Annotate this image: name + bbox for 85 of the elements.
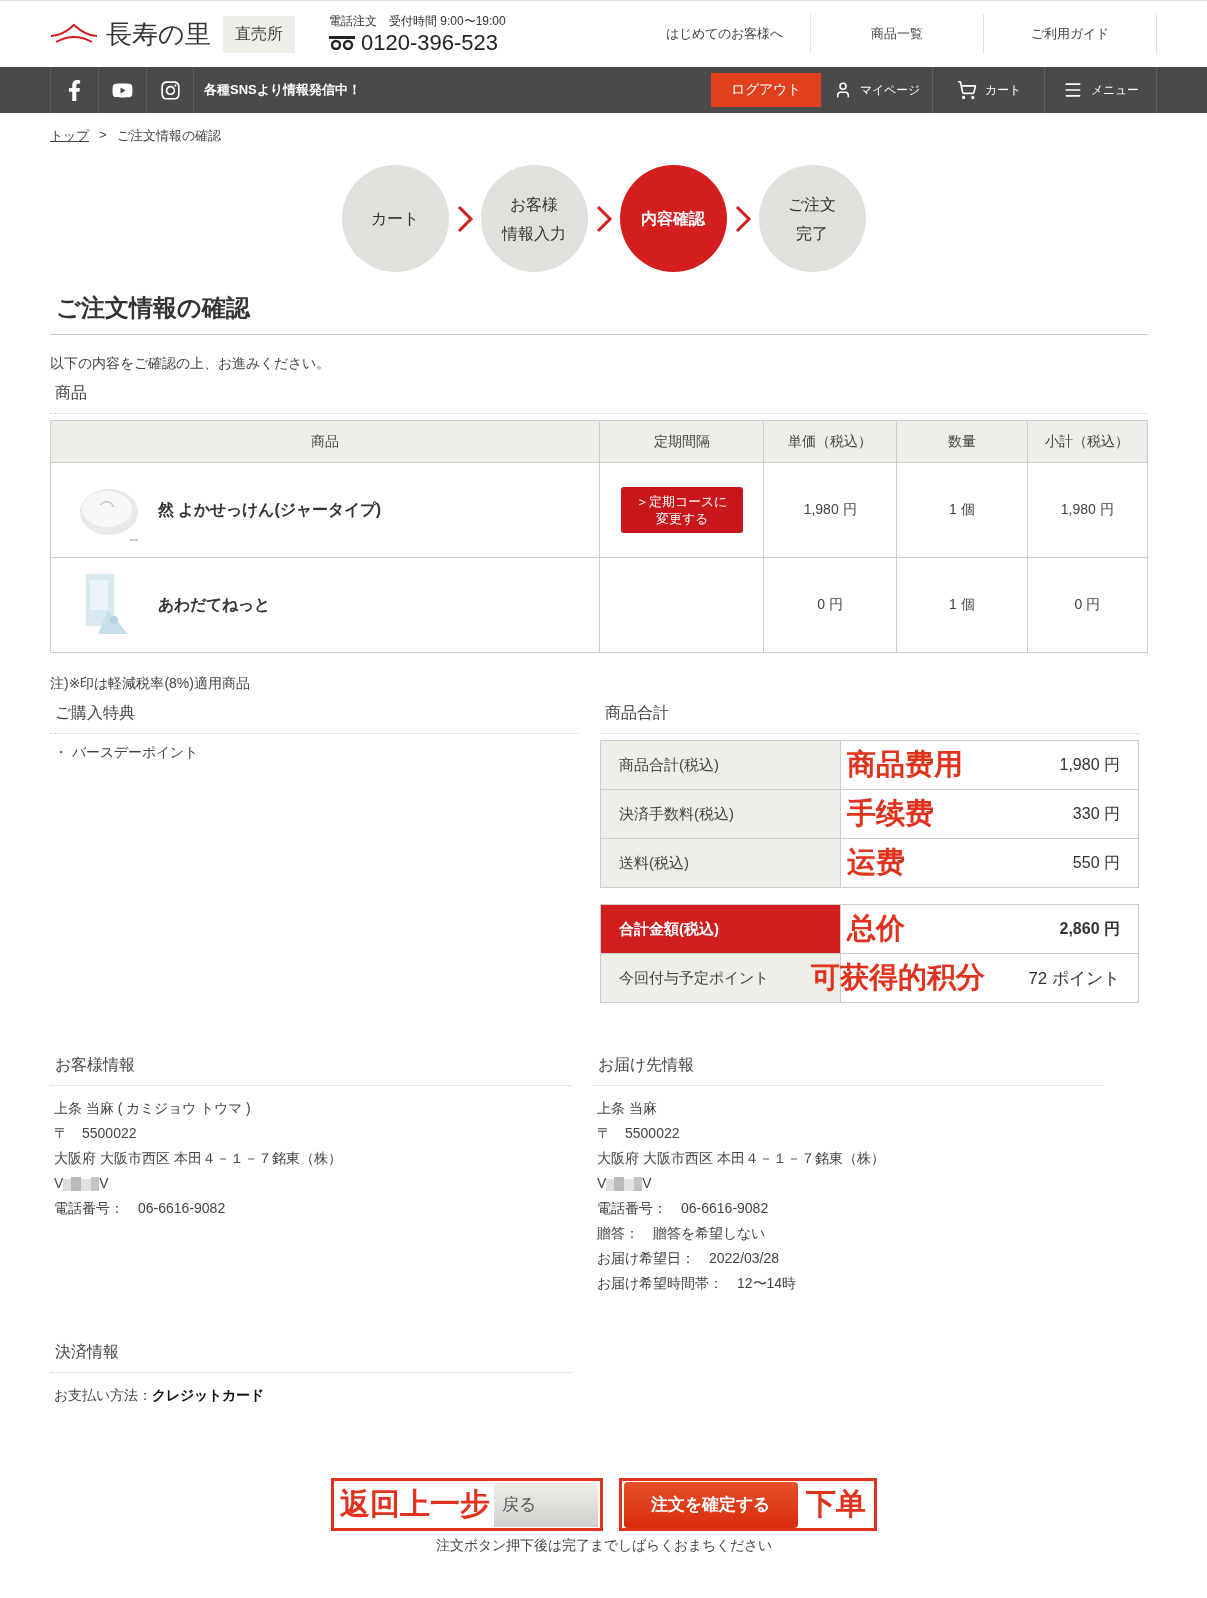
section-heading: 商品 — [50, 379, 1148, 414]
instagram-icon — [159, 79, 181, 101]
total-label: 決済手数料(税込) — [600, 789, 841, 839]
page-title: ご注文情報の確認 — [50, 292, 1148, 335]
column-header: 単価（税込） — [763, 420, 897, 463]
header-link[interactable]: はじめてのお客様へ — [638, 14, 811, 54]
info-text: V — [642, 1174, 652, 1193]
logout-button[interactable]: ログアウト — [711, 73, 821, 107]
total-value: 商品费用 1,980 円 — [840, 740, 1139, 790]
info-text: 贈答： 贈答を希望しない — [597, 1224, 765, 1243]
section-heading: お客様情報 — [50, 1051, 571, 1086]
step-circle: ご注文 完了 — [758, 165, 866, 272]
info-text: お届け希望日： 2022/03/28 — [597, 1249, 780, 1268]
nav-item[interactable]: メニュー — [1045, 67, 1157, 113]
section-heading: お届け先情報 — [593, 1051, 1103, 1086]
total-value: 运费 550 円 — [840, 838, 1139, 888]
column-header: 小計（税込） — [1027, 420, 1148, 463]
header-link[interactable]: ご利用ガイド — [984, 14, 1157, 54]
step-circle: お客様 情報入力 — [480, 165, 588, 272]
info-text: 大阪府 大阪市西区 本田４－１－７銘東（株） — [54, 1149, 342, 1168]
info-text: お届け希望時間帯： 12〜14時 — [597, 1274, 797, 1293]
phone-hours: 電話注文 受付時間 9:00〜19:00 — [329, 12, 506, 30]
info-text: 上条 当麻 — [597, 1099, 657, 1118]
section-heading: 決済情報 — [50, 1338, 571, 1373]
annotation-text: 下单 — [804, 1486, 867, 1522]
table-cell: 0 円 — [763, 557, 897, 653]
phone-number: 0120-396-523 — [361, 29, 498, 56]
logo-icon — [50, 22, 98, 46]
info-text: 大阪府 大阪市西区 本田４－１－７銘東（株） — [597, 1149, 885, 1168]
info-text: 電話番号： 06-6616-9082 — [54, 1199, 226, 1218]
column-header: 定期間隔 — [599, 420, 764, 463]
info-text: 電話番号： 06-6616-9082 — [597, 1199, 769, 1218]
product-name: 然 よかせっけん(ジャータイプ) — [158, 499, 382, 520]
info-text: 〒 5500022 — [54, 1124, 137, 1143]
header-link[interactable]: 商品一覧 — [811, 14, 984, 54]
logo-text: 長寿の里 — [106, 18, 211, 51]
benefit-item: ・ バースデーポイント — [53, 743, 199, 762]
table-cell: 1,980 円 — [763, 462, 897, 558]
blurred-mosaic-icon — [606, 1176, 643, 1191]
intro-text: 以下の内容をご確認の上、お進みください。 — [50, 355, 331, 373]
breadcrumb-separator: > — [99, 127, 107, 144]
sns-text: 各種SNSより情報発信中！ — [204, 81, 361, 99]
info-text: 〒 5500022 — [597, 1124, 680, 1143]
info-text: V — [597, 1174, 607, 1193]
annotation-text: 可获得的积分 — [811, 960, 985, 995]
table-cell: 1,980 円 — [1027, 462, 1148, 558]
nav-item[interactable]: マイページ — [821, 67, 933, 113]
annotation-text: 商品费用 — [847, 747, 963, 782]
payment-method: クレジットカード — [152, 1386, 264, 1405]
table-cell: 1 個 — [896, 557, 1028, 653]
back-button[interactable]: 戻る — [493, 1482, 598, 1527]
table-cell: 1 個 — [896, 462, 1028, 558]
annotation-text: 总价 — [847, 911, 905, 946]
annotation-text: 手续费 — [847, 796, 934, 831]
blurred-mosaic-icon — [63, 1176, 100, 1191]
column-header: 数量 — [896, 420, 1028, 463]
free-dial-icon — [329, 35, 355, 50]
note-text: 注)※印は軽減税率(8%)適用商品 — [50, 675, 251, 693]
total-value: 手续费 330 円 — [840, 789, 1139, 839]
step-circle: 内容確認 — [619, 165, 727, 272]
info-text: 上条 当麻 ( カミジョウ トウマ ) — [54, 1099, 251, 1118]
section-heading: ご購入特典 — [50, 699, 578, 734]
step-circle: カート — [341, 165, 449, 272]
caption-text: 注文ボタン押下後は完了までしばらくおまちください — [434, 1537, 773, 1555]
info-text: V — [54, 1174, 64, 1193]
breadcrumb-link[interactable]: トップ — [50, 127, 89, 145]
column-header: 商品 — [50, 420, 600, 463]
annotation-text: 返回上一步 — [338, 1486, 490, 1522]
total-value: 总价 2,860 円 — [840, 904, 1139, 954]
total-label: 送料(税込) — [600, 838, 841, 888]
confirm-order-button[interactable]: 注文を確定する — [623, 1481, 798, 1528]
subscription-button[interactable]: ＞定期コースに 変更する — [620, 487, 743, 533]
total-label: 合計金額(税込) — [600, 904, 841, 954]
store-badge: 直売所 — [223, 15, 295, 53]
total-label: 商品合計(税込) — [600, 740, 841, 790]
annotation-text: 运费 — [847, 845, 905, 880]
payment-label: お支払い方法： — [54, 1386, 152, 1405]
cart-icon — [956, 80, 977, 100]
section-heading: 商品合計 — [600, 699, 1139, 734]
breadcrumb-current: ご注文情報の確認 — [116, 127, 221, 145]
table-cell: 0 円 — [1027, 557, 1148, 653]
product-name: あわだてねっと — [158, 594, 270, 615]
info-text: V — [99, 1174, 109, 1193]
nav-item[interactable]: カート — [933, 67, 1045, 113]
instagram-link[interactable] — [146, 67, 194, 113]
